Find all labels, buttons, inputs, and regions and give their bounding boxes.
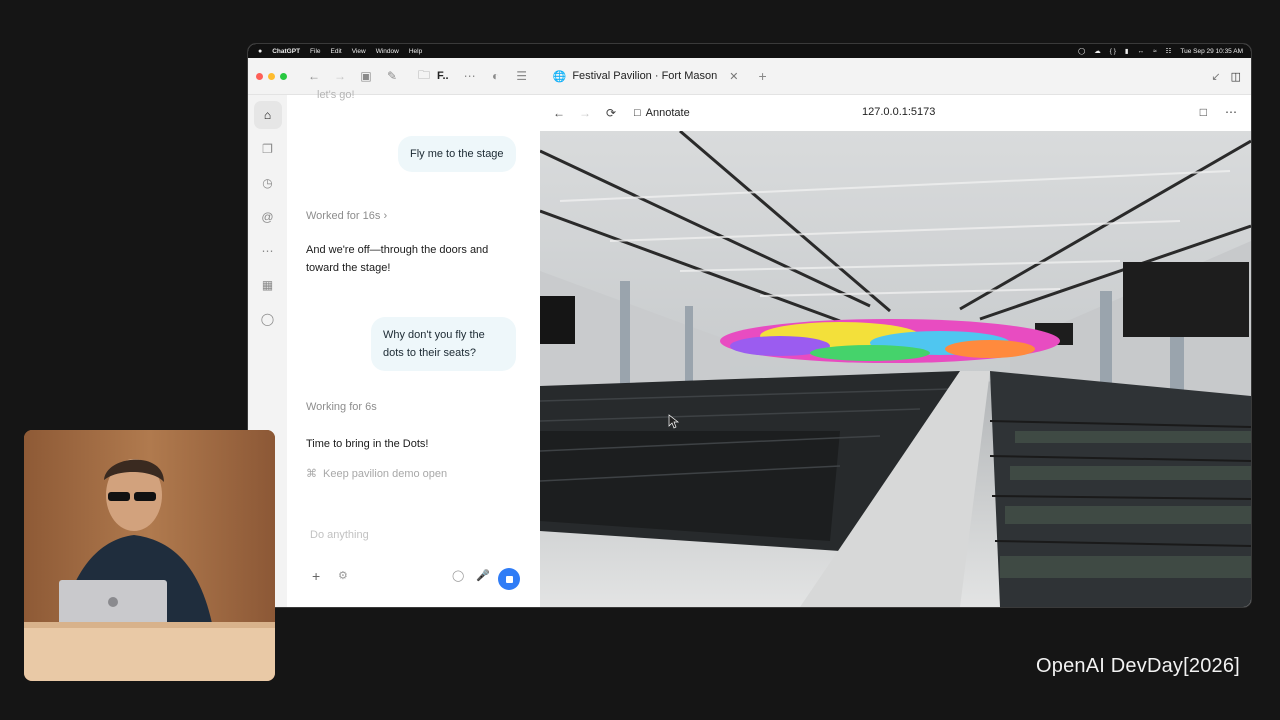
sidebar-toggle-icon[interactable]: ▣: [353, 69, 379, 83]
dots-cluster: [720, 319, 1060, 363]
cloud-icon[interactable]: ☁: [1094, 47, 1101, 55]
menu-help[interactable]: Help: [409, 48, 422, 55]
reload-icon[interactable]: ⟳: [598, 106, 624, 120]
assistant-message: And we're off—through the doors and towa…: [306, 244, 489, 274]
task-item[interactable]: ⌘ Keep pavilion demo open: [306, 467, 448, 481]
forward-arrow-icon[interactable]: →: [327, 69, 353, 83]
brand-year: [2026]: [1183, 655, 1240, 677]
close-window-button[interactable]: [256, 72, 263, 80]
presenter-image: [24, 430, 275, 681]
browser-nav: ← → ⟳ □ Annotate 127.0.0.1:5173 □ ⋯: [540, 95, 1251, 131]
apple-icon[interactable]: ●: [258, 48, 262, 55]
url-field[interactable]: 127.0.0.1:5173: [862, 106, 935, 118]
browser-pane: ← → ⟳ □ Annotate 127.0.0.1:5173 □ ⋯: [540, 95, 1251, 607]
user-message: Fly me to the stage: [398, 136, 516, 172]
assistant-message: Time to bring in the Dots!: [306, 438, 429, 450]
collapse-icon[interactable]: ↙: [1211, 70, 1220, 83]
cut-off-text: let's go!: [317, 89, 355, 101]
minimize-window-button[interactable]: [268, 72, 275, 80]
status-icon[interactable]: ◯: [1078, 47, 1085, 55]
more-icon[interactable]: ⋯: [457, 69, 483, 83]
menu-app-name[interactable]: ChatGPT: [272, 48, 300, 55]
pavilion-render: [540, 131, 1251, 607]
stop-button[interactable]: [498, 568, 520, 590]
wifi-icon[interactable]: ≈: [1153, 48, 1157, 55]
presenter-video: [24, 430, 275, 681]
stop-icon: [505, 575, 513, 583]
folder-icon[interactable]: 🗀: [411, 66, 437, 87]
gauge-icon[interactable]: ◐: [483, 69, 509, 83]
comment-icon[interactable]: □: [1200, 105, 1207, 119]
battery-icon[interactable]: ▮: [1125, 47, 1129, 55]
pavilion-3d-scene[interactable]: [540, 131, 1251, 607]
settings-icon[interactable]: ⚙: [338, 569, 348, 582]
back-arrow-icon[interactable]: ←: [546, 106, 572, 120]
new-tab-icon[interactable]: +: [758, 68, 766, 84]
checklist-icon[interactable]: ☰: [509, 69, 535, 83]
composer-input[interactable]: Do anything: [310, 529, 369, 541]
new-chat-icon[interactable]: ✎: [379, 69, 405, 83]
arrows-icon[interactable]: ↔: [1137, 48, 1144, 55]
menubar-clock: Tue Sep 29 10:35 AM: [1180, 47, 1243, 55]
shield-icon[interactable]: ◯: [254, 305, 282, 333]
annotate-button[interactable]: □ Annotate: [634, 107, 690, 119]
mention-icon[interactable]: @: [254, 203, 282, 231]
menu-window[interactable]: Window: [376, 48, 399, 55]
globe-icon[interactable]: ◯: [452, 569, 464, 582]
window-controls: [256, 72, 287, 80]
brand-name: OpenAI DevDay: [1036, 655, 1184, 677]
chat-panel: let's go! Fly me to the stage Worked for…: [287, 89, 540, 607]
library-icon[interactable]: ❐: [254, 135, 282, 163]
home-icon[interactable]: ⌂: [253, 101, 282, 129]
annotate-label: Annotate: [645, 107, 690, 119]
menu-bar: ● ChatGPT File Edit View Window Help ◯ ☁…: [248, 44, 1251, 58]
close-tab-icon[interactable]: ✕: [729, 70, 738, 83]
split-view-icon[interactable]: ◫: [1231, 70, 1241, 83]
user-message: Why don't you fly the dots to their seat…: [371, 317, 516, 371]
microphone-icon[interactable]: 🎤: [476, 569, 490, 582]
tab-title: Festival Pavilion · Fort Mason: [572, 70, 718, 82]
composer-bar: + ⚙ ◯ 🎤: [287, 563, 540, 593]
folder-name[interactable]: F..: [437, 70, 449, 82]
back-arrow-icon[interactable]: ←: [301, 69, 327, 83]
browser-tab[interactable]: 🌐 Festival Pavilion · Fort Mason ✕: [545, 58, 747, 94]
forward-arrow-icon[interactable]: →: [572, 106, 598, 120]
event-branding: OpenAI DevDay[2026]: [1036, 655, 1240, 678]
command-icon: ⌘: [306, 468, 317, 480]
worked-status[interactable]: Worked for 16s ›: [306, 210, 387, 222]
chevron-right-icon: ›: [383, 210, 388, 222]
menu-edit[interactable]: Edit: [331, 48, 342, 55]
app-window: ● ChatGPT File Edit View Window Help ◯ ☁…: [248, 44, 1251, 607]
menu-view[interactable]: View: [352, 48, 366, 55]
more-apps-icon[interactable]: ⋯: [254, 237, 282, 265]
app-toolbar: ← → ▣ ✎ 🗀 F.. ⋯ ◐ ☰ 🌐 Festival Pavilion …: [248, 58, 1251, 95]
add-icon[interactable]: +: [312, 568, 320, 584]
laptop-logo-icon: [108, 597, 118, 607]
annotate-icon: □: [634, 107, 641, 119]
control-center-icon[interactable]: ☷: [1166, 47, 1172, 55]
globe-icon: 🌐: [552, 70, 567, 83]
history-icon[interactable]: ◷: [254, 169, 282, 197]
braces-icon[interactable]: { }: [1110, 48, 1116, 55]
menu-file[interactable]: File: [310, 48, 320, 55]
working-status: Working for 6s: [306, 401, 377, 413]
apps-grid-icon[interactable]: ▦: [254, 271, 282, 299]
zoom-window-button[interactable]: [280, 72, 287, 80]
task-label: Keep pavilion demo open: [323, 467, 448, 480]
worked-label: Worked for 16s: [306, 210, 381, 222]
more-icon[interactable]: ⋯: [1225, 105, 1237, 119]
